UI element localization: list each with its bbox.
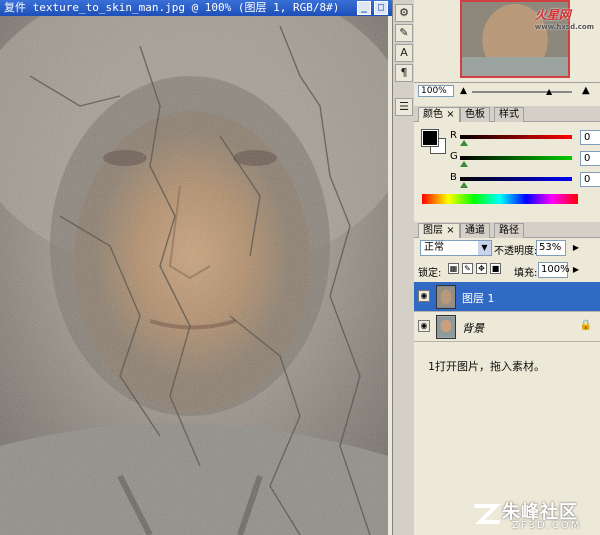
blue-label: B: [450, 172, 457, 183]
green-slider[interactable]: [460, 156, 572, 160]
layer-row[interactable]: ◉ 背景 🔒: [414, 312, 600, 342]
blue-value-input[interactable]: 0: [580, 172, 600, 187]
eye-icon[interactable]: ◉: [418, 320, 430, 332]
fill-input[interactable]: 100%: [538, 262, 570, 278]
lock-transparency-icon[interactable]: ▦: [448, 263, 459, 274]
green-slider-thumb[interactable]: [460, 161, 468, 167]
document-window: 复件 texture_to_skin_man.jpg @ 100% (图层 1,…: [0, 0, 392, 535]
paragraph-icon[interactable]: ¶: [395, 64, 413, 82]
red-value-input[interactable]: 0: [580, 130, 600, 145]
navigator-bar: 100% ▲ ▲ ▲: [414, 82, 600, 98]
layers-panel: 正常 ▼ 不透明度: 53% ▶ 锁定: ▦ ✎ ✥ ■ 填充: 100% ▶ …: [414, 222, 600, 535]
layer-row[interactable]: ◉ 图层 1: [414, 282, 600, 312]
eye-icon[interactable]: ◉: [418, 290, 430, 302]
minimize-icon[interactable]: _: [357, 1, 371, 15]
lock-row: 锁定: ▦ ✎ ✥ ■ 填充: 100% ▶: [418, 262, 598, 279]
green-label: G: [450, 151, 458, 162]
chevron-down-icon[interactable]: ▼: [478, 241, 491, 255]
red-slider-thumb[interactable]: [460, 140, 468, 146]
tab-color[interactable]: 颜色 ×: [418, 107, 460, 122]
brush-icon[interactable]: ✎: [395, 24, 413, 42]
fill-dropdown-icon[interactable]: ▶: [570, 264, 582, 276]
opacity-dropdown-icon[interactable]: ▶: [570, 242, 582, 254]
zoom-slider-thumb[interactable]: ▲: [546, 87, 552, 96]
color-panel-tabs: 颜色 × 色板 样式: [414, 106, 600, 122]
character-icon[interactable]: A: [395, 44, 413, 62]
zoom-in-icon[interactable]: ▲: [582, 85, 590, 96]
panel-tool-strip: ⚙ ✎ A ¶ ☰: [392, 0, 414, 535]
opacity-label: 不透明度:: [494, 246, 538, 257]
blend-mode-value: 正常: [424, 242, 444, 253]
layer-thumbnail: [436, 285, 456, 309]
lock-all-icon[interactable]: ■: [490, 263, 501, 274]
tab-styles[interactable]: 样式: [494, 107, 524, 122]
layer-thumbnail: [436, 315, 456, 339]
green-slider-row: G 0: [450, 151, 600, 173]
lock-icon: 🔒: [579, 320, 592, 331]
zoom-out-icon[interactable]: ▲: [460, 86, 467, 96]
red-slider-row: R 0: [450, 130, 600, 152]
maximize-icon[interactable]: □: [374, 1, 388, 15]
tab-swatches[interactable]: 色板: [460, 107, 490, 122]
instruction-note: 1打开图片，拖入素材。: [428, 360, 545, 373]
lock-image-icon[interactable]: ✎: [462, 263, 473, 274]
color-panel: R 0 G 0 B 0: [414, 122, 600, 212]
blue-slider-thumb[interactable]: [460, 182, 468, 188]
blue-slider[interactable]: [460, 177, 572, 181]
opacity-input[interactable]: 53%: [536, 240, 566, 256]
color-spectrum-bar[interactable]: [422, 194, 578, 204]
foreground-color-swatch[interactable]: [421, 129, 439, 147]
blend-mode-select[interactable]: 正常 ▼: [420, 240, 492, 256]
right-panels: 火星网 www.hxsd.com 100% ▲ ▲ ▲ 颜色 × 色板 样式 R…: [414, 0, 600, 535]
zoom-slider[interactable]: [472, 91, 572, 93]
document-title: 复件 texture_to_skin_man.jpg @ 100% (图层 1,…: [4, 1, 340, 14]
red-slider[interactable]: [460, 135, 572, 139]
site-logo-bottom: 朱峰社区 ZF3D.COM: [472, 494, 600, 534]
site-logo-top: 火星网 www.hxsd.com: [534, 8, 594, 31]
layer-name: 图层 1: [462, 292, 495, 305]
lock-label: 锁定:: [418, 268, 442, 279]
zoom-input[interactable]: 100%: [418, 85, 454, 97]
layer-comps-icon[interactable]: ☰: [395, 98, 413, 116]
close-icon[interactable]: ×: [446, 109, 454, 120]
image-canvas[interactable]: [0, 16, 388, 535]
green-value-input[interactable]: 0: [580, 151, 600, 166]
fill-label: 填充:: [514, 268, 538, 279]
tool-preset-icon[interactable]: ⚙: [395, 4, 413, 22]
document-titlebar[interactable]: 复件 texture_to_skin_man.jpg @ 100% (图层 1,…: [0, 0, 392, 16]
lock-position-icon[interactable]: ✥: [476, 263, 487, 274]
blue-slider-row: B 0: [450, 172, 600, 194]
zf3d-logo-icon: [474, 504, 501, 524]
layer-name: 背景: [462, 322, 484, 335]
red-label: R: [450, 130, 457, 141]
